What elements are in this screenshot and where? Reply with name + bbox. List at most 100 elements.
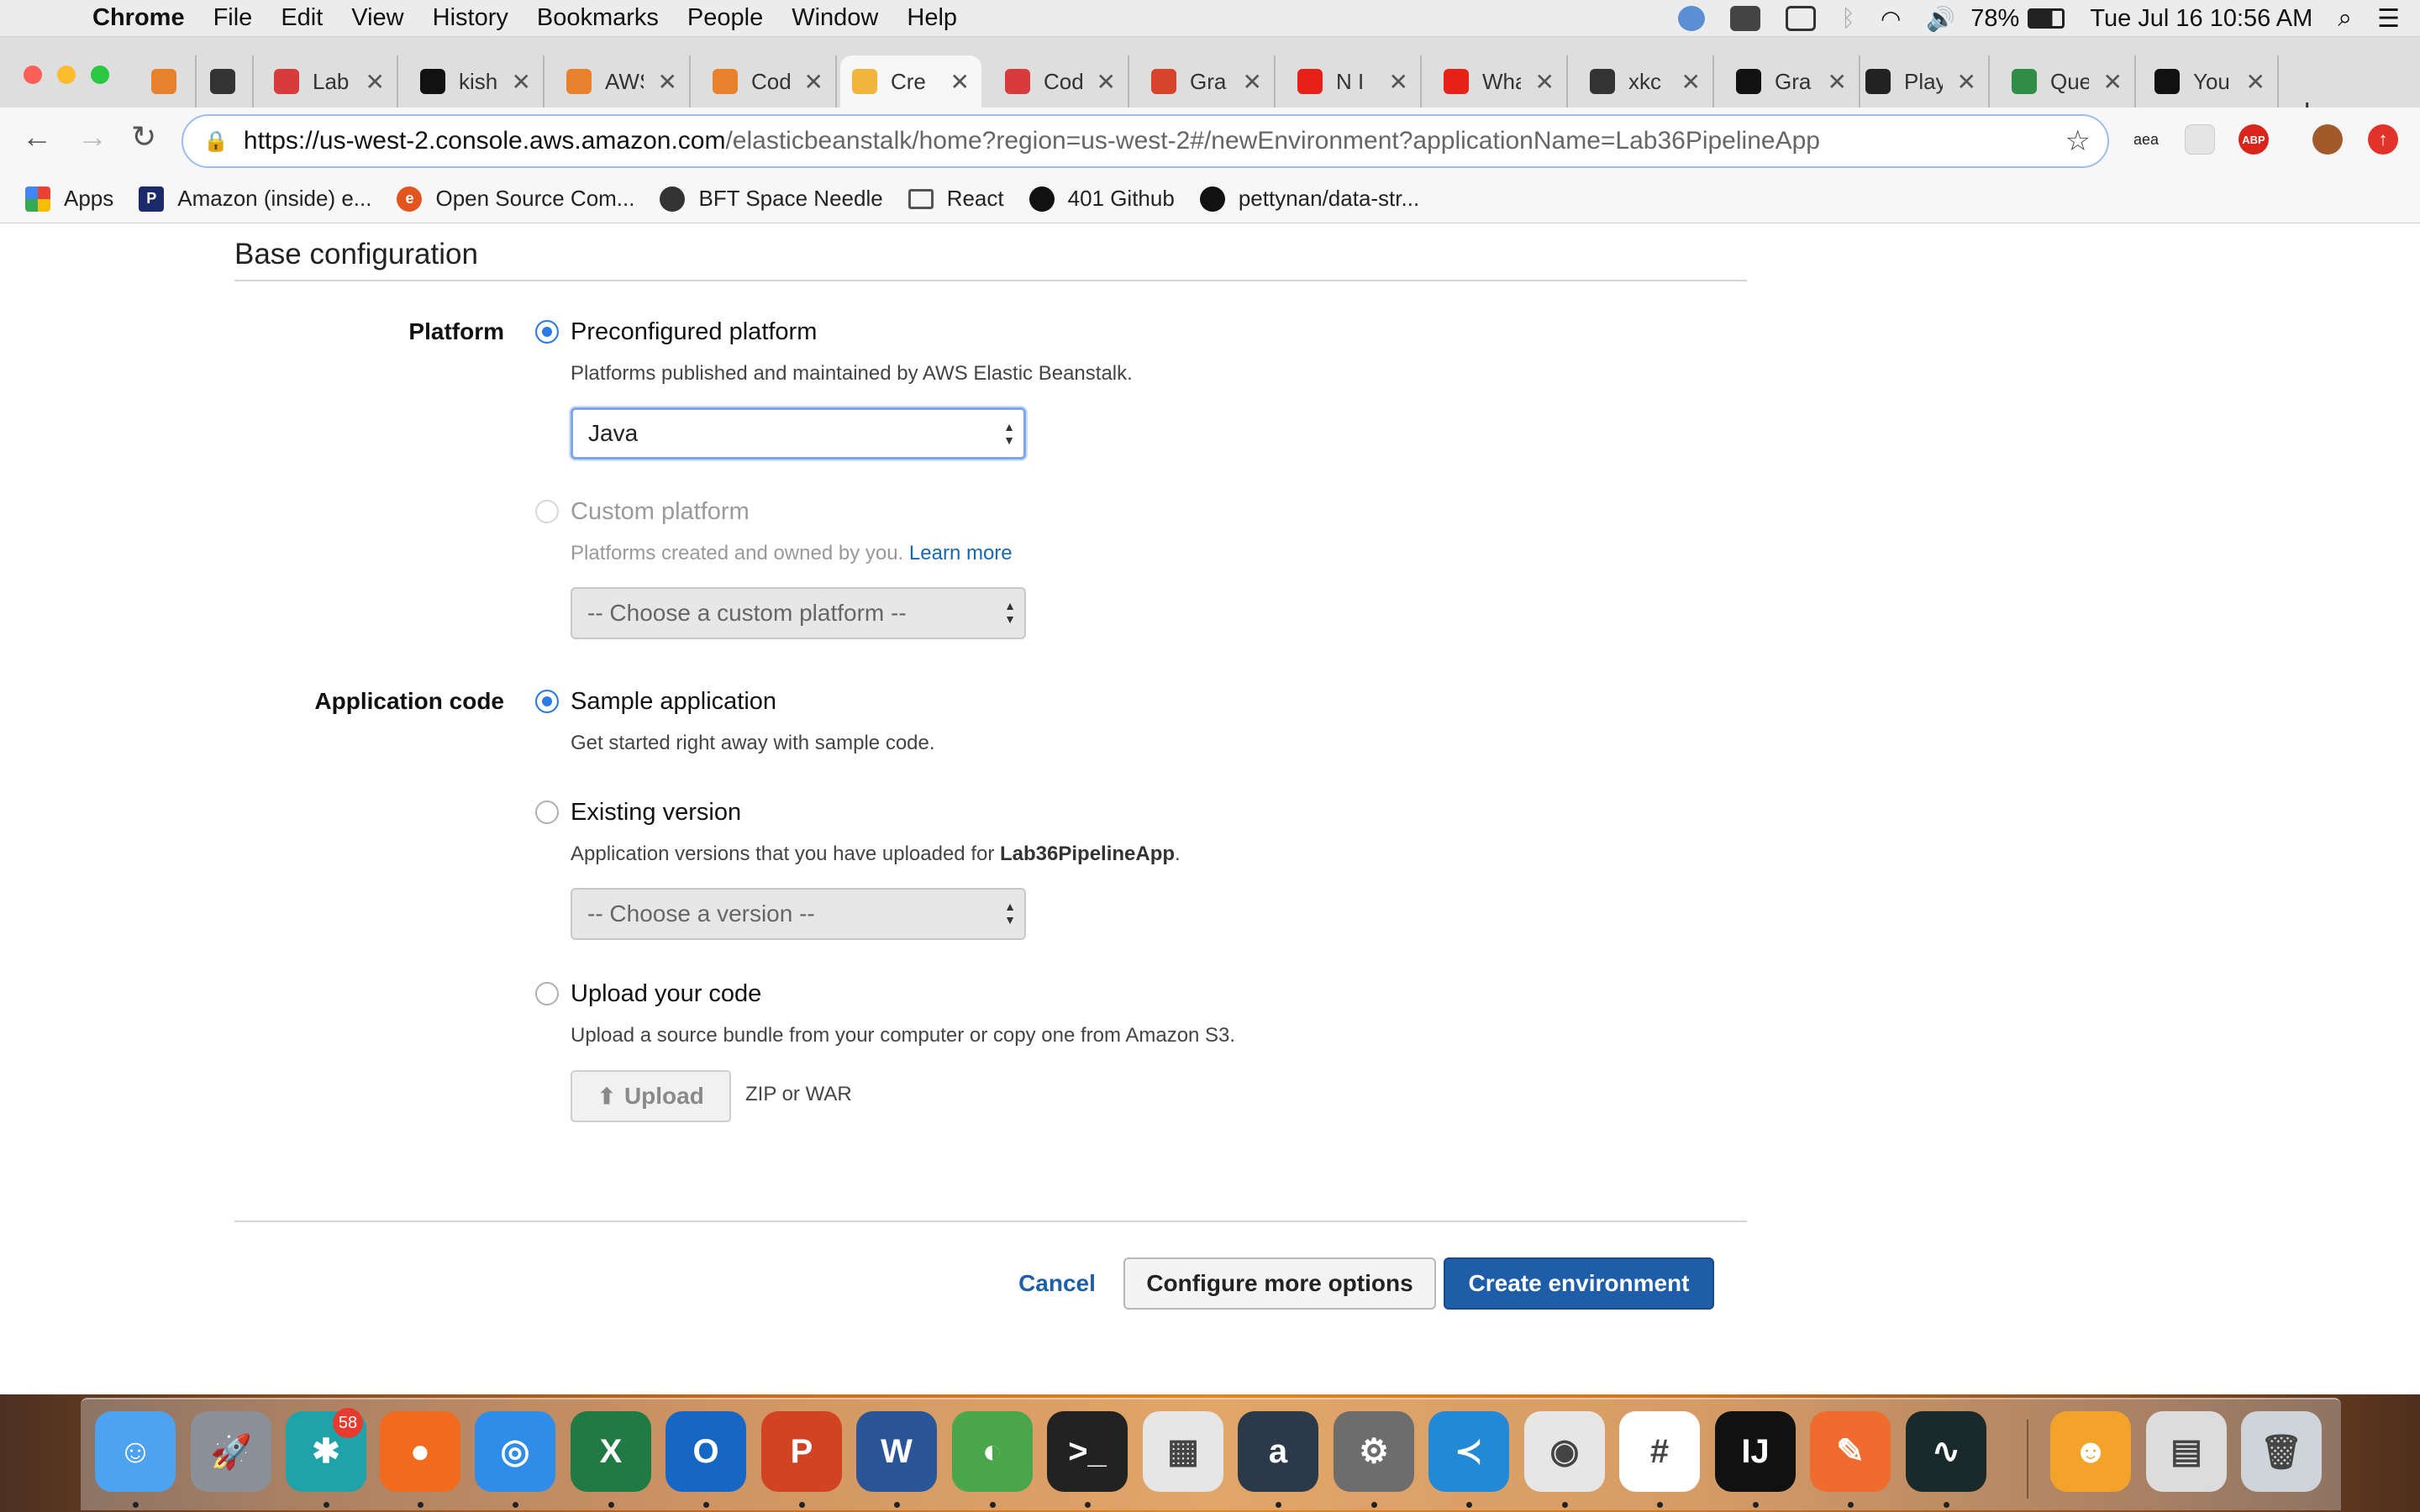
extension-icon[interactable] <box>2185 124 2215 155</box>
create-environment-button[interactable]: Create environment <box>1444 1257 1714 1310</box>
preconfigured-platform-label[interactable]: Preconfigured platform <box>571 318 817 346</box>
dock-mascot-icon[interactable]: ☻ <box>2050 1411 2131 1492</box>
menu-view[interactable]: View <box>351 4 403 32</box>
dock-excel-icon[interactable]: X <box>571 1411 651 1492</box>
browser-tab[interactable]: kish ✕ <box>408 55 544 108</box>
minimize-window-button[interactable] <box>57 66 76 84</box>
browser-tab[interactable]: AWS ✕ <box>555 55 691 108</box>
profile-avatar[interactable] <box>2312 124 2343 155</box>
browser-tab[interactable]: You ✕ <box>2143 55 2279 108</box>
dock-network-icon[interactable]: ◐ <box>952 1411 1033 1492</box>
browser-tab[interactable]: xkc ✕ <box>1578 55 1714 108</box>
adblock-plus-extension-icon[interactable]: ABP <box>2238 124 2269 155</box>
preconfigured-platform-radio[interactable] <box>535 320 559 344</box>
bookmark-apps[interactable]: Apps <box>25 186 113 212</box>
close-tab-icon[interactable]: ✕ <box>1097 68 1116 96</box>
dock-chrome-icon[interactable]: ◉ <box>1524 1411 1605 1492</box>
bookmark-react-folder[interactable]: React <box>908 186 1004 212</box>
close-tab-icon[interactable]: ✕ <box>1243 68 1262 96</box>
menu-app-chrome[interactable]: Chrome <box>92 4 185 32</box>
dock-terminal-icon[interactable]: >_ <box>1047 1411 1128 1492</box>
address-bar[interactable]: 🔒 https://us-west-2.console.aws.amazon.c… <box>182 114 2109 168</box>
browser-tab[interactable]: N I ✕ <box>1286 55 1422 108</box>
battery-percent[interactable]: 78% <box>1970 5 2019 33</box>
volume-icon[interactable]: 🔊 <box>1926 5 1955 33</box>
bookmark-401-github[interactable]: 401 Github <box>1028 186 1175 212</box>
clock[interactable]: Tue Jul 16 10:56 AM <box>2090 5 2312 33</box>
upload-button[interactable]: ⬆ Upload <box>571 1070 731 1122</box>
dock-slack-icon[interactable]: # <box>1619 1411 1700 1492</box>
platform-select[interactable]: Java ▲ ▼ <box>571 407 1026 459</box>
globe-status-icon[interactable] <box>1678 6 1706 31</box>
upload-code-label[interactable]: Upload your code <box>571 980 761 1008</box>
bookmark-bft-space-needle[interactable]: BFT Space Needle <box>660 186 883 212</box>
browser-tab[interactable]: Play ✕ <box>1854 55 1990 108</box>
close-tab-icon[interactable]: ✕ <box>512 68 531 96</box>
dock-vscode-icon[interactable]: ≺ <box>1428 1411 1509 1492</box>
sample-application-radio[interactable] <box>535 690 559 713</box>
menu-edit[interactable]: Edit <box>281 4 323 32</box>
menu-people[interactable]: People <box>687 4 763 32</box>
maximize-window-button[interactable] <box>91 66 109 84</box>
dock-system-preferences-icon[interactable]: ⚙ <box>1334 1411 1414 1492</box>
menu-file[interactable]: File <box>213 4 253 32</box>
configure-more-options-button[interactable]: Configure more options <box>1123 1257 1436 1310</box>
sample-application-label[interactable]: Sample application <box>571 688 776 716</box>
dock-intellij-icon[interactable]: IJ <box>1715 1411 1796 1492</box>
dock-word-icon[interactable]: W <box>856 1411 937 1492</box>
close-tab-icon[interactable]: ✕ <box>950 68 970 96</box>
bookmark-open-source[interactable]: e Open Source Com... <box>397 186 634 212</box>
browser-tab[interactable]: Lab ✕ <box>262 55 398 108</box>
reload-icon[interactable]: ↻ <box>131 119 156 155</box>
learn-more-link[interactable]: Learn more <box>909 542 1013 564</box>
dock-finder-icon[interactable]: ☺ <box>95 1411 176 1492</box>
bookmark-star-icon[interactable]: ☆ <box>2065 124 2091 158</box>
browser-tab[interactable] <box>139 55 197 108</box>
upload-code-radio[interactable] <box>535 982 559 1005</box>
browser-tab-active[interactable]: Cre ✕ <box>840 55 981 108</box>
airplay-icon[interactable] <box>1786 6 1817 31</box>
browser-tab[interactable]: Cod ✕ <box>993 55 1129 108</box>
dock-powerpoint-icon[interactable]: P <box>761 1411 842 1492</box>
dock-launchpad-icon[interactable]: 🚀 <box>191 1411 271 1492</box>
close-tab-icon[interactable]: ✕ <box>658 68 677 96</box>
menu-window[interactable]: Window <box>792 4 878 32</box>
custom-platform-radio[interactable] <box>535 500 559 523</box>
close-tab-icon[interactable]: ✕ <box>1535 68 1555 96</box>
forward-arrow-icon[interactable]: → <box>77 119 108 155</box>
dock-trash-icon[interactable]: 🗑 <box>2241 1411 2322 1492</box>
browser-tab[interactable]: Que ✕ <box>2000 55 2136 108</box>
close-tab-icon[interactable]: ✕ <box>2103 68 2123 96</box>
browser-tab[interactable]: Gra ✕ <box>1139 55 1276 108</box>
back-arrow-icon[interactable]: ← <box>22 119 52 155</box>
notification-center-icon[interactable]: ☰ <box>2377 4 2400 34</box>
close-tab-icon[interactable]: ✕ <box>366 68 385 96</box>
close-tab-icon[interactable]: ✕ <box>804 68 823 96</box>
close-window-button[interactable] <box>24 66 42 84</box>
close-tab-icon[interactable]: ✕ <box>1828 68 1847 96</box>
menu-history[interactable]: History <box>433 4 508 32</box>
amazon-assistant-extension-icon[interactable]: aea <box>2131 124 2161 155</box>
existing-version-radio[interactable] <box>535 801 559 824</box>
dropbox-status-icon[interactable] <box>1730 6 1761 31</box>
lock-icon[interactable]: 🔒 <box>203 129 229 154</box>
custom-platform-select[interactable]: -- Choose a custom platform -- ▲ ▼ <box>571 587 1026 639</box>
dock-activity-monitor-icon[interactable]: ∿ <box>1906 1411 1986 1492</box>
battery-icon[interactable] <box>2028 8 2065 29</box>
wifi-icon[interactable]: ◠ <box>1881 5 1901 33</box>
menu-help[interactable]: Help <box>907 4 957 32</box>
menu-bookmarks[interactable]: Bookmarks <box>537 4 659 32</box>
close-tab-icon[interactable]: ✕ <box>2246 68 2265 96</box>
close-tab-icon[interactable]: ✕ <box>1389 68 1408 96</box>
existing-version-label[interactable]: Existing version <box>571 799 741 827</box>
bookmark-pettynan[interactable]: pettynan/data-str... <box>1199 186 1419 212</box>
dock-squares-icon[interactable]: ▦ <box>1143 1411 1223 1492</box>
bluetooth-icon[interactable]: ᛒ <box>1841 5 1855 32</box>
browser-tab[interactable]: Wha ✕ <box>1432 55 1568 108</box>
spotlight-search-icon[interactable]: ⌕ <box>2338 4 2352 33</box>
dock-safari-icon[interactable]: ◎ <box>475 1411 555 1492</box>
update-icon[interactable]: ↑ <box>2368 124 2398 155</box>
dock-amazon-music-icon[interactable]: a <box>1238 1411 1318 1492</box>
close-tab-icon[interactable]: ✕ <box>1957 68 1976 96</box>
browser-tab[interactable] <box>198 55 254 108</box>
